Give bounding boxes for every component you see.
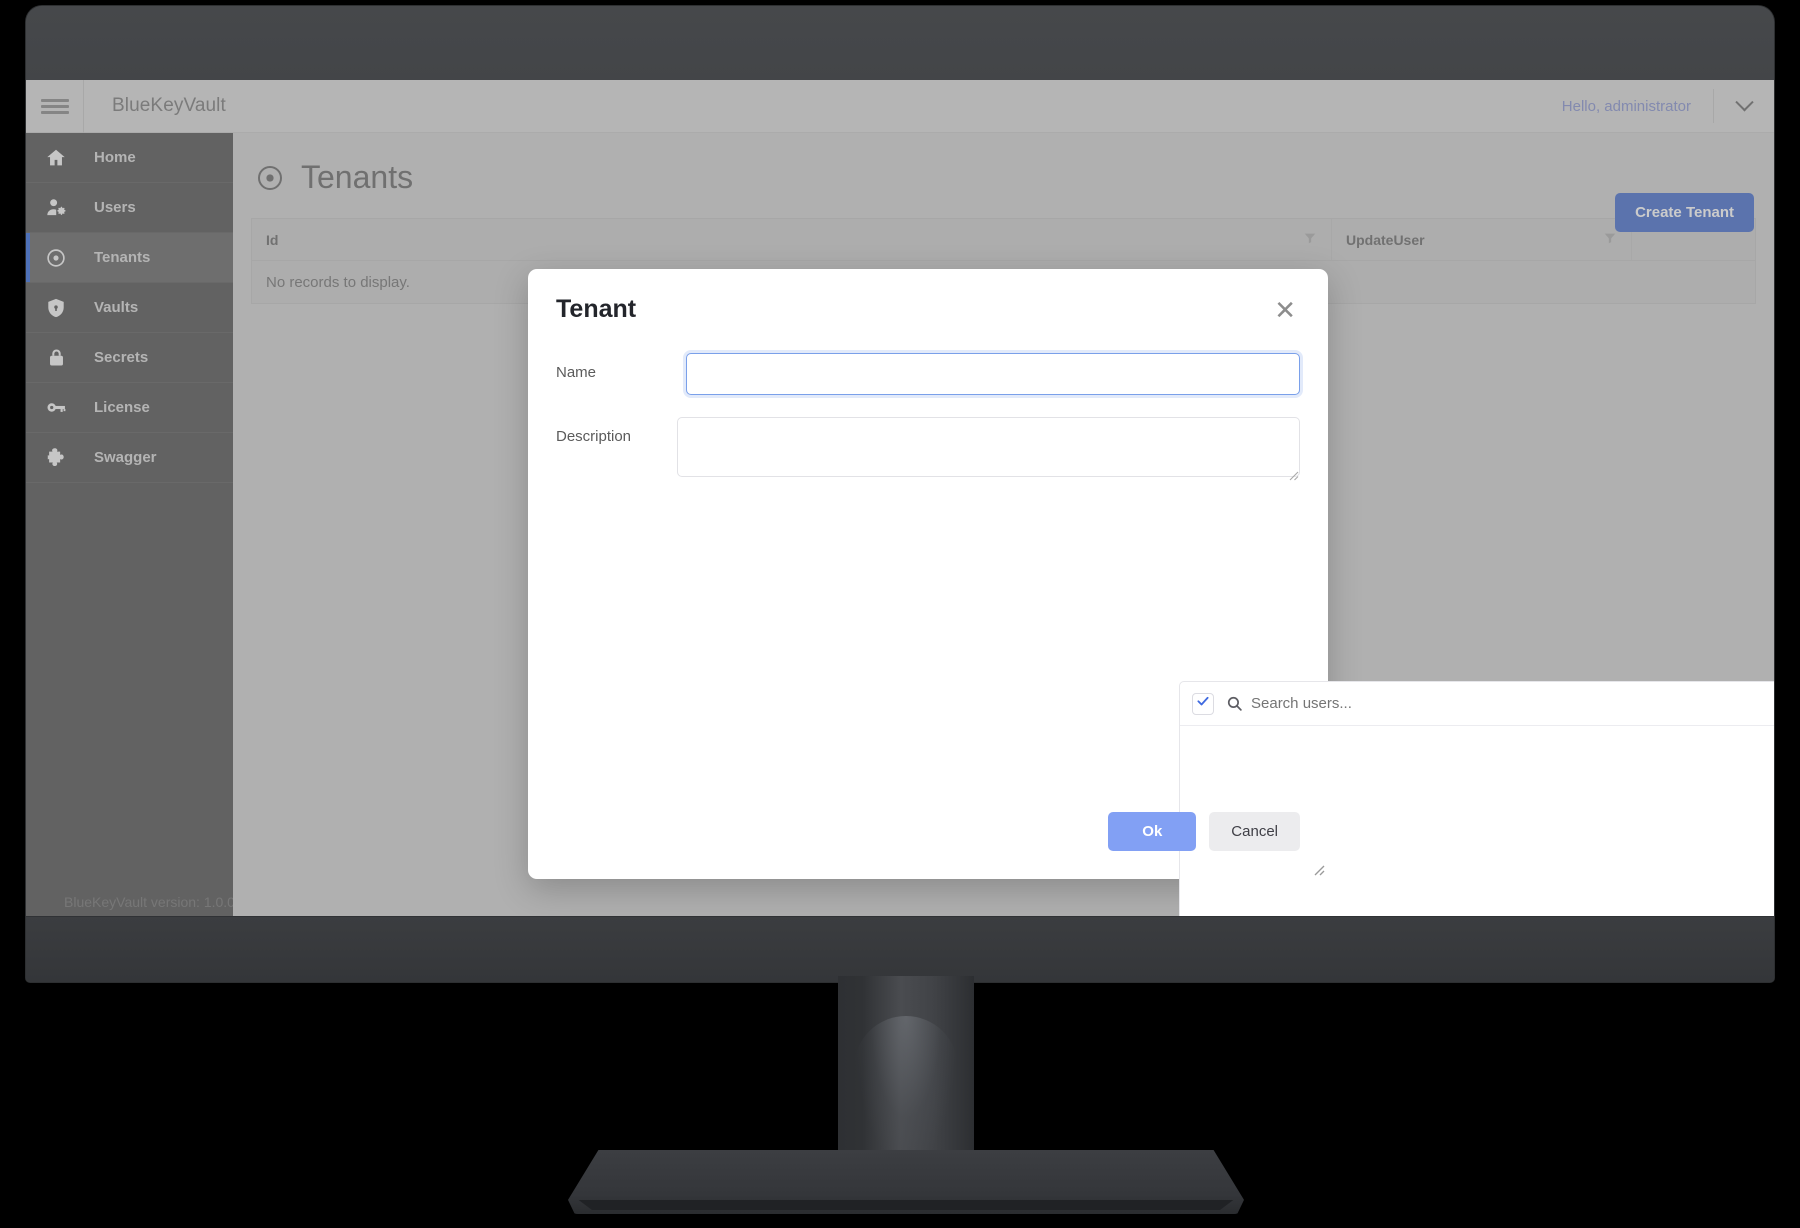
name-field-row: Name [528, 353, 1328, 395]
description-input[interactable] [677, 417, 1300, 477]
monitor-bezel-bottom [26, 916, 1774, 982]
user-search-row [1180, 682, 1774, 726]
select-all-checkbox[interactable] [1192, 692, 1214, 715]
name-label: Name [556, 364, 597, 381]
tenant-dialog: Tenant ✕ Name Description Search users..… [528, 269, 1774, 916]
search-users-input[interactable] [1251, 695, 1774, 712]
ok-button[interactable]: Ok [1108, 812, 1197, 851]
check-icon [1196, 694, 1210, 713]
description-field-row: Description [528, 417, 1328, 482]
dialog-header: Tenant ✕ [528, 269, 1328, 325]
search-icon [1226, 695, 1243, 712]
close-icon[interactable]: ✕ [1270, 295, 1300, 325]
screen: BlueKeyVault Hello, administrator Home U… [26, 80, 1774, 916]
dialog-title: Tenant [556, 295, 637, 323]
monitor-bezel-top [26, 6, 1774, 81]
monitor-neck [838, 976, 974, 1166]
monitor-neck-highlight [854, 1016, 958, 1166]
description-label: Description [556, 428, 632, 445]
dialog-footer: Ok Cancel [1108, 812, 1300, 851]
dialog-resize-handle-icon[interactable] [1309, 860, 1325, 876]
cancel-button[interactable]: Cancel [1209, 812, 1300, 851]
monitor-frame: BlueKeyVault Hello, administrator Home U… [26, 6, 1774, 982]
name-input[interactable] [686, 353, 1300, 395]
monitor-base-edge [578, 1200, 1234, 1210]
user-picker-panel [1179, 681, 1774, 916]
